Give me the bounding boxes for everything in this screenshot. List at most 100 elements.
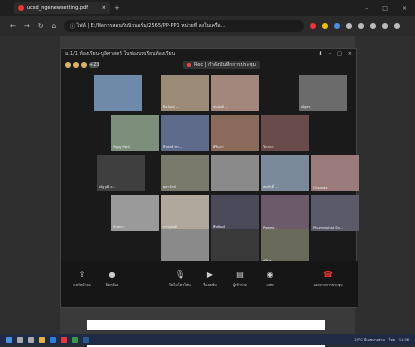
reaction-avatars: +23: [65, 62, 100, 68]
participant-grid: ปิยวัฒน์ ... ธนพงศ์ ... ณัฐพรกัญญารัตน์ ธีร…: [77, 73, 359, 265]
recording-indicator[interactable]: Rec | กำลังบันทึกการประชุม: [183, 61, 260, 69]
participant-tile[interactable]: Chanida: [311, 155, 359, 191]
meeting-window-controls: ⬇ – □ ×: [318, 51, 352, 57]
pdf-icon: [18, 5, 24, 11]
page-margin-left: [0, 36, 60, 334]
reload-icon[interactable]: ↻: [38, 22, 44, 30]
participant-tile[interactable]: ธนพงศ์ ...: [211, 75, 259, 111]
participant-tile[interactable]: ศิรินภา: [211, 115, 259, 151]
participant-name: Chanida: [313, 186, 328, 190]
participant-name: สมศักดิ์ ...: [263, 185, 279, 189]
pin-icon[interactable]: ⬇: [318, 51, 322, 57]
meeting-window: ม.1/1 ห้องเรียน-บูลิศาสตร์ ในช่องบทเรียน…: [60, 48, 359, 308]
avatar: [81, 62, 87, 68]
chat-button[interactable]: ◉ แชท: [255, 269, 285, 288]
participants-button[interactable]: ▤ ผู้เข้าร่วม: [225, 269, 255, 288]
participant-tile[interactable]: [94, 75, 142, 111]
minimize-icon[interactable]: –: [365, 5, 368, 12]
participant-tile[interactable]: Pawee...: [261, 195, 309, 231]
close-tab-icon[interactable]: ×: [102, 5, 106, 11]
reaction-icon: ▶: [206, 269, 214, 279]
navigation-buttons: ← → ↻ ⌂: [10, 22, 56, 30]
extension-icon[interactable]: [310, 23, 317, 29]
task-view-icon[interactable]: [28, 336, 34, 343]
mic-button[interactable]: 🎙 ปิดไมโครโฟน: [165, 269, 195, 288]
home-icon[interactable]: ⌂: [52, 22, 56, 30]
collections-icon[interactable]: [370, 23, 377, 29]
participant-name: Phumniphat Sa...: [313, 226, 343, 230]
camera-button[interactable]: ● ปิดกล้อง: [97, 269, 127, 288]
star-icon[interactable]: [346, 23, 353, 29]
edge-icon[interactable]: [50, 336, 56, 343]
close-icon[interactable]: ×: [348, 51, 352, 57]
hang-up-icon: ☎: [323, 269, 333, 279]
participant-tile[interactable]: ธีรพงษ์ ชา...: [161, 115, 209, 151]
url-text: E:/ฟิลการสอนกับนิวนอร์ม/2565/PP-PP1 หน่ว…: [90, 23, 226, 29]
close-window-icon[interactable]: ×: [402, 5, 407, 12]
participant-tile[interactable]: [211, 229, 259, 265]
back-icon[interactable]: ←: [10, 22, 16, 30]
leave-label: ออกจากการประชุม: [313, 283, 343, 287]
participant-tile[interactable]: พีรพัฒน์: [211, 195, 259, 231]
participant-name: กัญญารัตน์: [113, 145, 130, 149]
participant-tile[interactable]: ณัฐวุฒิ อ...: [97, 155, 145, 191]
participant-tile[interactable]: ปิยวัฒน์ ...: [161, 75, 209, 111]
participant-tile[interactable]: Phumniphat Sa...: [311, 195, 359, 231]
participants-icon: ▤: [236, 269, 244, 279]
meeting-title: ม.1/1 ห้องเรียน-บูลิศาสตร์ ในช่องบทเรียน…: [65, 51, 175, 57]
meeting-titlebar: ม.1/1 ห้องเรียน-บูลิศาสตร์ ในช่องบทเรียน…: [61, 49, 356, 59]
profile-icon[interactable]: [382, 23, 389, 29]
participant-tile[interactable]: [211, 155, 259, 191]
chat-label: แชท: [266, 283, 274, 287]
camera-label: ปิดกล้อง: [105, 283, 119, 287]
clock[interactable]: 11:36: [399, 338, 409, 342]
address-prefix: ไฟล์: [76, 23, 86, 29]
weather-text[interactable]: 29°C มีเมฆบางส่วน: [354, 337, 385, 343]
participant-tile[interactable]: วิภาดา: [261, 115, 309, 151]
maximize-icon[interactable]: □: [337, 51, 342, 57]
participant-tile[interactable]: สุดารัตน์: [161, 155, 209, 191]
chat-icon: ◉: [266, 269, 274, 279]
extension-icon[interactable]: [322, 23, 329, 29]
meeting-topbar: +23 Rec | กำลังบันทึกการประชุม: [61, 59, 356, 71]
browser-content: ม.1/1 ห้องเรียน-บูลิศาสตร์ ในช่องบทเรียน…: [0, 36, 415, 347]
forward-icon[interactable]: →: [24, 22, 30, 30]
extension-icon[interactable]: [334, 23, 341, 29]
participant-name: ศิรินภา: [213, 145, 224, 149]
avatar: [73, 62, 79, 68]
language-indicator[interactable]: ไทย: [389, 337, 395, 343]
share-screen-button[interactable]: ⇪ แชร์หน้าจอ: [67, 269, 97, 288]
meeting-toolbar: ⇪ แชร์หน้าจอ ● ปิดกล้อง 🎙 ปิดไมโครโฟน ▶ …: [61, 261, 358, 307]
participant-tile[interactable]: กัญญารัตน์: [111, 115, 159, 151]
browser-tab[interactable]: ucsd_ngenewsetting.pdf ×: [14, 2, 110, 14]
participant-count: +23: [89, 62, 100, 68]
favorites-icon[interactable]: [358, 23, 365, 29]
file-explorer-icon[interactable]: [39, 336, 45, 343]
reactions-label: รีแอคชัน: [203, 283, 217, 287]
app-icon[interactable]: [72, 336, 78, 343]
participant-tile[interactable]: ณัฐพร: [299, 75, 347, 111]
menu-icon[interactable]: [394, 23, 401, 29]
participant-name: ณัฐพร: [301, 105, 311, 109]
camera-icon: ●: [108, 269, 116, 279]
participant-tile[interactable]: สมศักดิ์ ...: [261, 155, 309, 191]
leave-meeting-button[interactable]: ☎ ออกจากการประชุม: [306, 269, 350, 288]
participant-tile[interactable]: นันทนา: [111, 195, 159, 231]
search-icon[interactable]: [17, 336, 23, 343]
new-tab-button[interactable]: +: [114, 4, 120, 12]
address-field[interactable]: ⓘ ไฟล์ | E:/ฟิลการสอนกับนิวนอร์ม/2565/PP…: [64, 20, 305, 32]
participant-tile[interactable]: [161, 229, 209, 265]
address-bar-row: ← → ↻ ⌂ ⓘ ไฟล์ | E:/ฟิลการสอนกับนิวนอร์ม…: [0, 16, 415, 36]
start-icon[interactable]: [6, 336, 12, 343]
reactions-button[interactable]: ▶ รีแอคชัน: [195, 269, 225, 288]
participant-tile[interactable]: ภาณุพงศ์: [161, 195, 209, 231]
word-icon[interactable]: [83, 336, 89, 343]
maximize-icon[interactable]: □: [382, 5, 388, 12]
recording-label: Rec | กำลังบันทึกการประชุม: [194, 62, 256, 68]
minimize-icon[interactable]: –: [329, 51, 332, 57]
system-tray: 29°C มีเมฆบางส่วน ไทย 11:36: [354, 337, 409, 343]
participant-tile[interactable]: สุวิมล ...: [261, 229, 309, 265]
participant-name: วิภาดา: [263, 145, 274, 149]
extension-icons: [310, 23, 401, 29]
app-icon[interactable]: [61, 336, 67, 343]
